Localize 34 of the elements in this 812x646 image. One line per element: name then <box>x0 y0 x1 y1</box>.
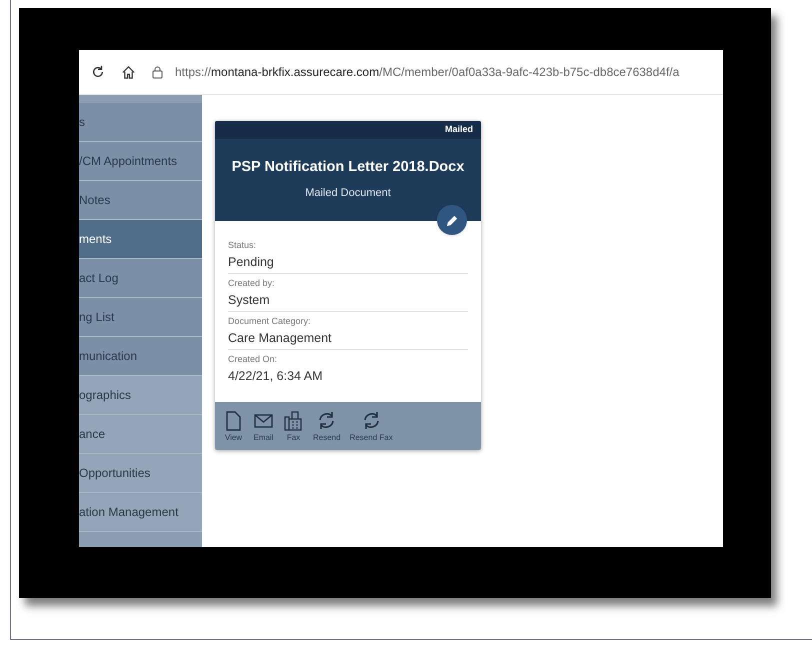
sidebar-item[interactable]: ation Management <box>79 493 202 532</box>
sidebar-item[interactable]: act Log <box>79 259 202 298</box>
sidebar-item[interactable]: s <box>79 103 202 142</box>
card-title: PSP Notification Letter 2018.Docx <box>230 158 466 177</box>
field-label: Created On: <box>228 353 278 365</box>
sidebar-item[interactable]: ng List <box>79 298 202 337</box>
url-text[interactable]: https://montana-brkfix.assurecare.com/MC/member/0af0a33a-9afc-423b-b75c-db8ce7638d4f/a <box>175 63 680 81</box>
field-value: System <box>228 289 468 312</box>
sidebar-item[interactable]: /CM Appointments <box>79 142 202 181</box>
sidebar-item[interactable]: ance <box>79 415 202 454</box>
sidebar-item[interactable]: ments <box>79 220 202 259</box>
field-label: Document Category: <box>228 315 312 327</box>
field-value: Care Management <box>228 327 468 350</box>
sidebar-item[interactable]: ographics <box>79 376 202 415</box>
status-label: Mailed <box>444 123 473 136</box>
pencil-icon <box>446 214 458 226</box>
field-label: Status: <box>228 239 258 251</box>
action-button[interactable]: View <box>223 410 244 444</box>
sidebar-item[interactable]: munication <box>79 337 202 376</box>
field-value: Pending <box>228 251 468 274</box>
action-button[interactable]: Resend <box>313 410 341 444</box>
fax-icon <box>283 410 304 431</box>
home-icon[interactable] <box>121 64 136 80</box>
edit-button[interactable] <box>437 205 467 235</box>
sidebar-item[interactable]: Notes <box>79 181 202 220</box>
card-subtitle: Mailed Document <box>304 186 392 201</box>
field-label: Created by: <box>228 277 276 289</box>
action-button[interactable]: Email <box>253 410 274 444</box>
field-value: 4/22/21, 6:34 AM <box>228 368 324 385</box>
sidebar-item[interactable]: Opportunities <box>79 454 202 493</box>
reload-icon[interactable] <box>91 65 105 79</box>
action-button[interactable]: Fax <box>283 410 304 444</box>
lock-icon <box>152 66 163 78</box>
action-button[interactable]: Resend Fax <box>350 410 393 444</box>
